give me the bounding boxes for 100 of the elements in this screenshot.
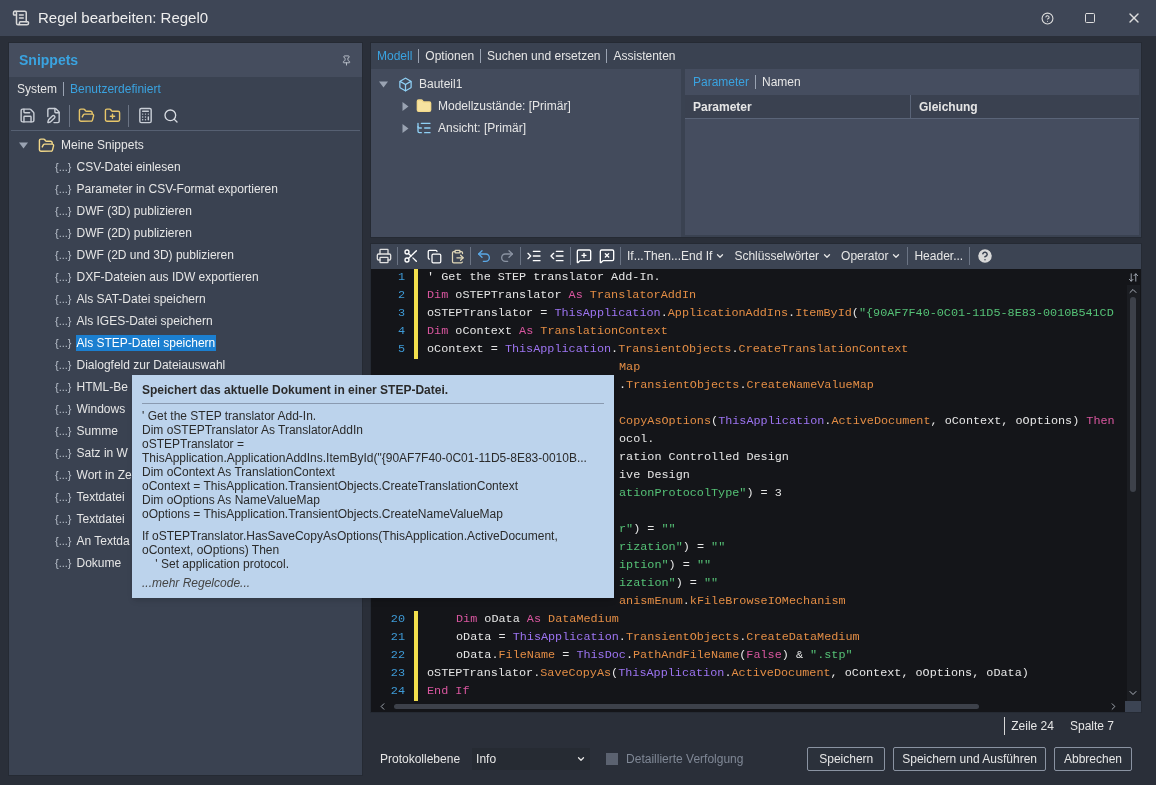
snippet-item[interactable]: An Textda — [75, 533, 131, 549]
code-line: ' Get the STEP translator Add-In. — [427, 268, 661, 286]
snippet-item[interactable]: Dokume — [75, 555, 123, 571]
code-excerpt-line: ' Get the STEP translator Add-In. — [142, 409, 318, 423]
tab[interactable]: Suchen und ersetzen — [487, 47, 601, 65]
snippet-item[interactable]: Summe — [75, 423, 119, 439]
snippet-item[interactable]: Parameter in CSV-Format exportieren — [75, 181, 279, 197]
header-button[interactable]: Header... — [911, 245, 967, 268]
code-excerpt-line: If oSTEPTranslator.HasSaveCopyAsOptions(ThisApplication.ActiveDocument, — [142, 529, 559, 543]
code-line: iption") = "" — [619, 556, 712, 574]
snippet-item[interactable]: Als STEP-Datei speichern — [75, 335, 217, 351]
split-view-icon[interactable] — [1127, 271, 1139, 283]
code-line: ationProtocolType") = 3 — [619, 484, 782, 502]
vertical-scrollbar[interactable] — [1126, 284, 1140, 701]
folder-icon — [416, 98, 432, 114]
snippet-icon: {...} — [55, 312, 72, 330]
tree-item[interactable]: Bauteil1 — [419, 75, 463, 93]
expand-arrow-icon[interactable] — [401, 101, 410, 111]
tab[interactable]: Modell — [377, 47, 413, 65]
tab[interactable]: Optionen — [425, 47, 475, 65]
tree-view-icon — [416, 120, 432, 136]
code-excerpt-line: oSTEPTranslator = — [142, 437, 245, 451]
snippet-item[interactable]: DWF (2D und 3D) publizieren — [75, 247, 235, 263]
checkbox-label: Detaillierte Verfolgung — [626, 751, 744, 768]
more-link[interactable]: ...mehr Regelcode... — [142, 575, 604, 591]
dialog-button[interactable]: Speichern und Ausführen — [893, 747, 1046, 771]
snippet-item[interactable]: Windows — [75, 401, 127, 417]
code-excerpt-line: Dim oOptions As NameValueMap — [142, 493, 321, 507]
tab[interactable]: Assistenten — [613, 47, 676, 65]
column-indicator: Spalte 7 — [1069, 718, 1114, 735]
line-number: 4 — [397, 322, 405, 340]
collapse-arrow-icon[interactable] — [379, 79, 388, 89]
column-header[interactable]: Parameter — [685, 95, 911, 118]
collapse-arrow-icon[interactable] — [19, 140, 28, 150]
code-line: oSTEPTranslator = ThisApplication.ApplicationAddIns.ItemById("{90AF7F40-0C01-11D5-8E83-0010B541CD — [427, 304, 1114, 322]
snippet-icon: {...} — [55, 510, 72, 528]
column-header[interactable]: Gleichung — [911, 95, 986, 118]
snippet-icon: {...} — [55, 180, 72, 198]
line-number: 1 — [397, 268, 405, 286]
code-excerpt-line: ' Set application protocol. — [154, 557, 291, 571]
snippet-item[interactable]: CSV-Datei einlesen — [75, 159, 182, 175]
snippet-item[interactable]: Dialogfeld zur Dateiauswahl — [75, 357, 227, 373]
snippet-item[interactable]: Wort in Ze — [75, 467, 133, 483]
snippet-item[interactable]: Textdatei — [75, 489, 126, 505]
snippet-icon: {...} — [55, 444, 72, 462]
dialog-button[interactable]: Speichern — [807, 747, 886, 771]
snippet-item[interactable]: Textdatei — [75, 511, 126, 527]
code-line: ration Controlled Design — [619, 448, 789, 466]
code-excerpt-line: oOptions = ThisApplication.TransientObjects.CreateNameValueMap — [142, 507, 504, 521]
panel-title: Snippets — [19, 50, 79, 70]
code-excerpt-line: oContext = ThisApplication.TransientObjects.CreateTranslationContext — [142, 479, 520, 493]
line-number: 2 — [397, 286, 405, 304]
maximize-icon[interactable] — [1084, 12, 1096, 24]
code-excerpt-line: ThisApplication.ApplicationAddIns.ItemById("{90AF7F40-0C01-11D5-8E83-0010B... — [142, 451, 588, 465]
code-line: oContext = ThisApplication.TransientObjects.CreateTranslationContext — [427, 340, 909, 358]
code-line: End If — [427, 682, 470, 700]
tree-item[interactable]: Modellzustände: [Primär] — [438, 97, 571, 115]
snippet-item[interactable]: DXF-Dateien aus IDW exportieren — [75, 269, 260, 285]
window-title: Regel bearbeiten: Regel0 — [38, 7, 209, 28]
code-line: oData.FileName = ThisDoc.PathAndFileName(False) & ".stp" — [456, 646, 853, 664]
line-number: 20 — [390, 610, 405, 628]
dropdown-menu[interactable]: Schlüsselwörter — [731, 245, 836, 268]
snippet-item[interactable]: Als SAT-Datei speichern — [75, 291, 207, 307]
pin-icon[interactable] — [341, 54, 352, 66]
tab[interactable]: System — [17, 80, 57, 98]
save-icon[interactable] — [17, 105, 37, 126]
scroll-icon — [12, 9, 30, 27]
snippet-item[interactable]: DWF (3D) publizieren — [75, 203, 193, 219]
code-line: Dim oData As DataMedium — [456, 610, 619, 628]
log-level-dropdown[interactable]: Info — [472, 748, 591, 770]
dropdown-menu[interactable]: Operator — [838, 245, 905, 268]
snippet-icon: {...} — [55, 224, 72, 242]
expand-arrow-icon[interactable] — [401, 123, 410, 133]
code-line: oData = ThisApplication.TransientObjects.CreateDataMedium — [456, 628, 860, 646]
snippet-icon: {...} — [55, 158, 72, 176]
snippet-icon: {...} — [55, 466, 72, 484]
line-number: 21 — [390, 628, 405, 646]
tab[interactable]: Benutzerdefiniert — [70, 80, 161, 98]
snippet-item[interactable]: Satz in W — [75, 445, 129, 461]
tab[interactable]: Namen — [762, 73, 801, 91]
code-excerpt-line: Dim oContext As TranslationContext — [142, 465, 336, 479]
line-number: 3 — [397, 304, 405, 322]
dropdown-menu[interactable]: If...Then...End If — [624, 245, 729, 268]
tooltip-title: Speichert das aktuelle Dokument in einer STEP-Datei. — [142, 382, 450, 398]
dialog-button[interactable]: Abbrechen — [1054, 747, 1132, 771]
code-excerpt-line: Dim oSTEPTranslator As TranslatorAddIn — [142, 423, 364, 437]
tree-folder[interactable]: Meine Snippets — [61, 137, 144, 153]
snippet-icon: {...} — [55, 202, 72, 220]
line-number: 24 — [390, 682, 405, 700]
line-number: 23 — [390, 664, 405, 682]
snippet-icon: {...} — [55, 246, 72, 264]
snippet-item[interactable]: Als IGES-Datei speichern — [75, 313, 214, 329]
code-line: rization") = "" — [619, 538, 726, 556]
folder-open-icon — [38, 136, 55, 154]
code-line: ization") = "" — [619, 574, 719, 592]
snippet-item[interactable]: HTML-Be — [75, 379, 129, 395]
snippet-item[interactable]: DWF (2D) publizieren — [75, 225, 193, 241]
tree-item[interactable]: Ansicht: [Primär] — [438, 119, 527, 137]
field-label: Protokollebene — [380, 751, 461, 768]
help-icon[interactable] — [976, 247, 995, 266]
